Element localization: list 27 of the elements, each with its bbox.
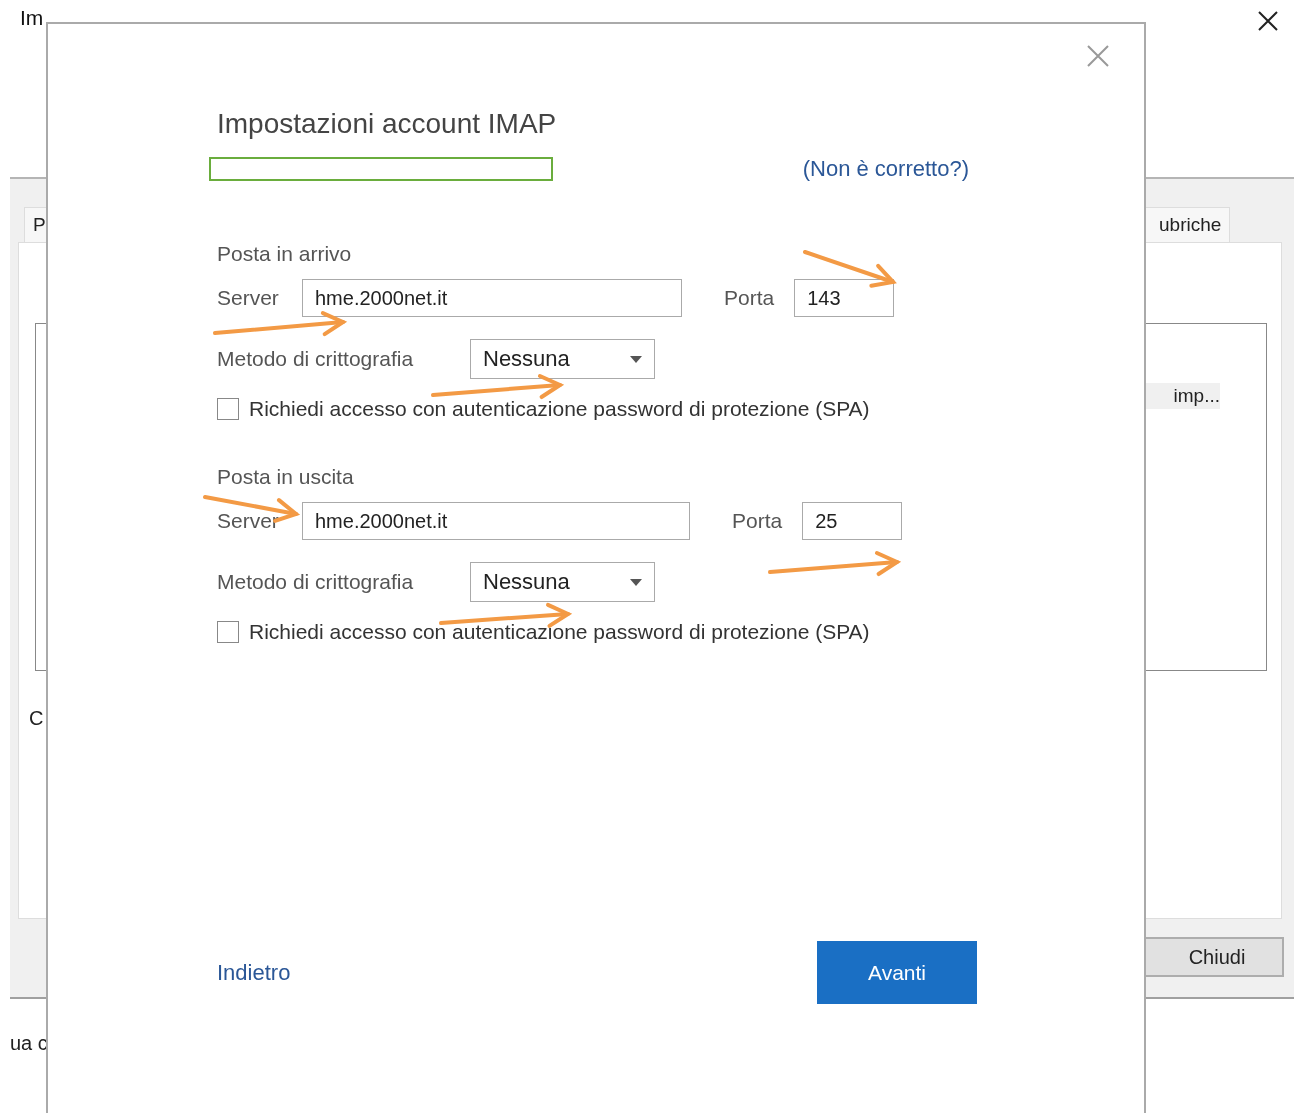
not-correct-link[interactable]: (Non è corretto?) [802, 156, 969, 182]
server-label: Server [217, 286, 280, 310]
encryption-dropdown[interactable]: Nessuna [470, 339, 655, 379]
section-heading: Posta in arrivo [217, 242, 353, 266]
server-field[interactable]: hme.2000net.it [302, 279, 682, 317]
port-label: Porta [724, 286, 775, 310]
server-label: Server [217, 509, 280, 533]
checkbox[interactable] [217, 398, 239, 420]
close-icon[interactable] [1257, 10, 1279, 32]
port-label: Porta [732, 509, 783, 533]
checkbox-label: Richiedi accesso con autenticazione password di protezione (SPA) [249, 620, 870, 644]
encryption-label: Metodo di crittografia [217, 347, 415, 371]
caret-icon [630, 355, 642, 363]
label: C [29, 707, 44, 730]
port-field[interactable]: 25 [802, 502, 903, 540]
section-heading: Posta in uscita [217, 465, 355, 489]
back-link[interactable]: Indietro [217, 959, 291, 986]
encryption-dropdown[interactable]: Nessuna [470, 562, 655, 602]
window-title: Im [20, 6, 44, 30]
checkbox-label: Richiedi accesso con autenticazione password di protezione (SPA) [249, 397, 870, 421]
next-button[interactable]: Avanti [817, 941, 977, 1004]
checkbox[interactable] [217, 621, 239, 643]
encryption-label: Metodo di crittografia [217, 570, 415, 594]
dialog-title: Impostazioni account IMAP [217, 108, 558, 140]
server-field[interactable]: hme.2000net.it [302, 502, 690, 540]
port-field[interactable]: 143 [794, 279, 895, 317]
caret-icon [630, 578, 642, 586]
